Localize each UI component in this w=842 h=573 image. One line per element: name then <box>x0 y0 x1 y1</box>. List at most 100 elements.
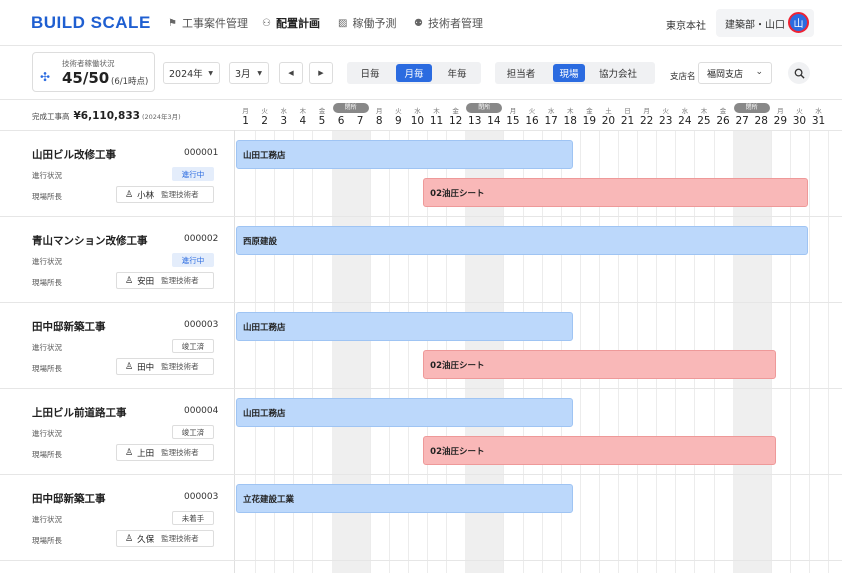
branch-select[interactable]: 福岡支店 ⌄ <box>698 62 772 84</box>
view-monthly-button[interactable]: 月毎 <box>396 64 432 82</box>
weekday-label: 火 <box>528 107 536 115</box>
chart-icon: ▨ <box>338 17 348 29</box>
manager-name: 久保 <box>137 534 155 545</box>
year-value: 2024年 <box>169 69 203 80</box>
manager-label: 現場所長 <box>32 364 62 373</box>
manager-label: 現場所長 <box>32 192 62 201</box>
day-number: 13 <box>468 115 482 127</box>
group-site-button[interactable]: 現場 <box>553 64 585 82</box>
day-number: 6 <box>337 115 345 127</box>
project-name[interactable]: 田中邸新築工事 <box>32 319 106 334</box>
project-name[interactable]: 山田ビル改修工事 <box>32 147 116 162</box>
day-header: 金 19 <box>580 100 599 130</box>
search-icon <box>794 68 805 79</box>
day-number: 4 <box>299 115 307 127</box>
weekday-label: 月 <box>509 107 517 115</box>
top-header: BUILD SCALE ⚑ 工事案件管理 ⚇ 配置計画 ▨ 稼働予測 ⚉ 技術者… <box>0 0 842 46</box>
day-header: 木 11 <box>427 100 446 130</box>
person-icon: ♙ <box>125 361 134 372</box>
closed-pill: 閉所 <box>733 103 770 113</box>
closed-pill: 閉所 <box>466 103 503 113</box>
year-select[interactable]: 2024年 ▼ <box>163 62 220 84</box>
nav-projects[interactable]: ⚑ 工事案件管理 <box>168 15 248 31</box>
project-name[interactable]: 上田ビル前道路工事 <box>32 405 127 420</box>
status-badge: 進行中 <box>172 167 214 181</box>
site-manager-chip[interactable]: ♙ 田中 監理技術者 <box>116 358 214 375</box>
search-button[interactable] <box>788 62 810 84</box>
weekday-label: 金 <box>452 107 459 115</box>
schedule-bar[interactable]: 山田工務店 <box>236 398 574 427</box>
project-name[interactable]: 田中邸新築工事 <box>32 491 106 506</box>
day-number: 14 <box>487 115 501 127</box>
weekday-label: 水 <box>681 107 689 115</box>
day-number: 3 <box>280 115 288 127</box>
app-logo[interactable]: BUILD SCALE <box>31 13 151 33</box>
user-label: 建築部・山口 <box>725 19 785 31</box>
day-number: 22 <box>639 115 654 127</box>
day-header: 水 24 <box>675 100 694 130</box>
day-header: 月 29 <box>771 100 790 130</box>
project-name[interactable]: 青山マンション改修工事 <box>32 233 148 248</box>
nav-forecast[interactable]: ▨ 稼働予測 <box>338 15 396 31</box>
project-code: 000002 <box>184 234 219 244</box>
manager-role: 監理技術者 <box>161 534 199 543</box>
manager-role: 監理技術者 <box>161 362 199 371</box>
avatar[interactable]: 山 <box>788 12 809 33</box>
status-label: 進行状況 <box>32 429 62 438</box>
manager-name: 田中 <box>137 362 155 373</box>
schedule-bar[interactable]: 02油圧シート <box>423 436 776 465</box>
row-divider <box>0 302 842 303</box>
weekday-label: 水 <box>815 107 822 115</box>
day-number: 10 <box>410 115 425 127</box>
caret-down-icon: ▼ <box>257 70 262 77</box>
day-column-line <box>809 130 810 573</box>
view-daily-button[interactable]: 日毎 <box>350 64 390 82</box>
totals-note: (2024年3月) <box>141 113 181 121</box>
month-select[interactable]: 3月 ▼ <box>229 62 269 84</box>
day-header: 木 18 <box>561 100 580 130</box>
chevron-right-icon: ▶ <box>318 69 324 77</box>
day-number: 18 <box>563 115 577 127</box>
schedule-bar[interactable]: 立花建設工業 <box>236 484 574 513</box>
weekday-label: 金 <box>719 107 727 115</box>
weekday-label: 月 <box>777 107 784 115</box>
day-header: 火2 <box>255 100 274 130</box>
weekday-label: 木 <box>433 107 440 115</box>
flag-icon: ⚑ <box>168 17 177 29</box>
day-number: 23 <box>659 115 673 127</box>
schedule-bar[interactable]: 02油圧シート <box>423 178 808 207</box>
day-number: 29 <box>773 115 788 127</box>
day-number: 7 <box>356 115 364 127</box>
row-divider <box>0 474 842 475</box>
schedule-bar[interactable]: 山田工務店 <box>236 140 574 169</box>
site-manager-chip[interactable]: ♙ 安田 監理技術者 <box>116 272 214 289</box>
view-yearly-button[interactable]: 年毎 <box>437 64 477 82</box>
schedule-bar[interactable]: 02油圧シート <box>423 350 776 379</box>
closed-pill: 閉所 <box>332 103 369 113</box>
schedule-bar[interactable]: 山田工務店 <box>236 312 574 341</box>
nav-engineers[interactable]: ⚉ 技術者管理 <box>414 15 483 31</box>
day-number: 26 <box>716 115 730 127</box>
manager-name: 安田 <box>137 276 155 287</box>
manager-name: 小林 <box>137 190 155 201</box>
site-manager-chip[interactable]: ♙ 久保 監理技術者 <box>116 530 214 547</box>
group-toggle: 担当者 現場 協力会社 <box>495 62 655 84</box>
weekday-label: 火 <box>796 107 803 115</box>
person-icon: ♙ <box>125 533 134 544</box>
day-number: 12 <box>448 115 463 127</box>
next-month-button[interactable]: ▶ <box>309 62 333 84</box>
group-partner-button[interactable]: 協力会社 <box>591 64 645 82</box>
weekday-label: 水 <box>280 107 287 115</box>
day-number: 21 <box>620 115 635 127</box>
schedule-bar[interactable]: 西原建設 <box>236 226 808 255</box>
status-badge: 竣工済 <box>172 339 214 353</box>
weekday-label: 火 <box>662 107 669 115</box>
user-menu[interactable]: 建築部・山口 山 <box>716 9 814 37</box>
group-staff-button[interactable]: 担当者 <box>498 64 544 82</box>
manager-label: 現場所長 <box>32 450 62 459</box>
nav-placement[interactable]: ⚇ 配置計画 <box>262 15 320 31</box>
site-manager-chip[interactable]: ♙ 小林 監理技術者 <box>116 186 214 203</box>
prev-month-button[interactable]: ◀ <box>279 62 303 84</box>
site-manager-chip[interactable]: ♙ 上田 監理技術者 <box>116 444 214 461</box>
person-icon: ♙ <box>125 189 134 200</box>
